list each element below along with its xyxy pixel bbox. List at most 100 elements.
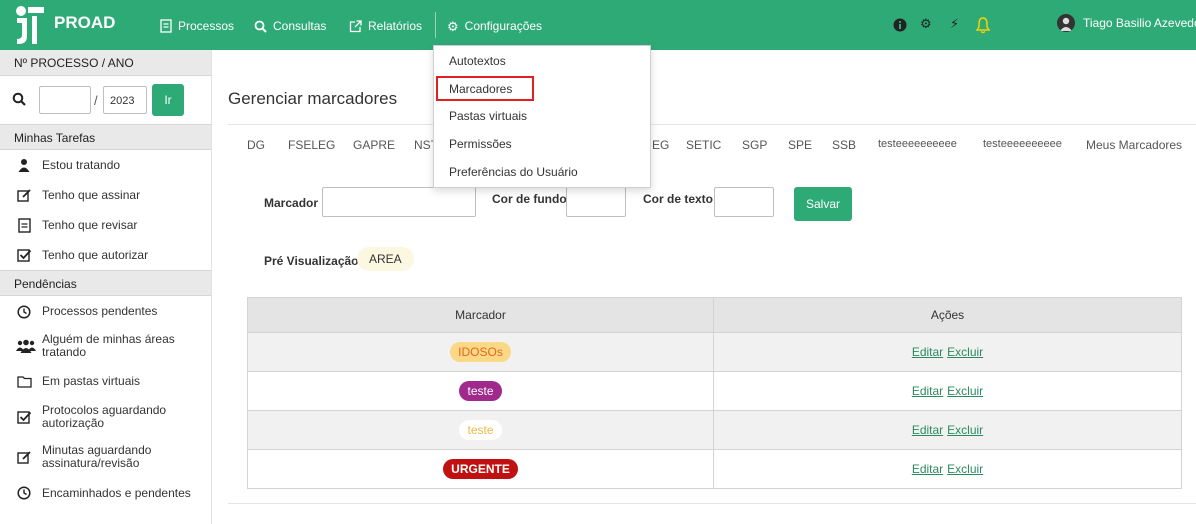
clock-icon bbox=[16, 485, 32, 501]
sidebar-item-estou-tratando[interactable]: Estou tratando bbox=[0, 150, 211, 180]
table-row: teste Editar Excluir bbox=[247, 410, 1182, 450]
sidebar-item-tenho-que-assinar[interactable]: Tenho que assinar bbox=[0, 180, 211, 210]
sidebar-item-tenho-que-revisar[interactable]: Tenho que revisar bbox=[0, 210, 211, 240]
markers-table: Marcador Ações IDOSOs Editar Excluir test… bbox=[247, 297, 1182, 489]
sidebar-item-label: Tenho que revisar bbox=[42, 217, 138, 232]
brand-title[interactable]: PROAD bbox=[54, 13, 115, 33]
settings-cogs-icon[interactable]: ⚙ bbox=[920, 16, 932, 34]
sidebar-item-label-line2: autorização bbox=[42, 416, 105, 430]
cor-fundo-label: Cor de fundo bbox=[492, 192, 567, 206]
marker-badge: URGENTE bbox=[443, 459, 518, 479]
edit-link[interactable]: Editar bbox=[912, 462, 943, 476]
search-icon bbox=[12, 92, 26, 106]
column-header-marcador: Marcador bbox=[247, 297, 714, 333]
tab-fseleg[interactable]: FSELEG bbox=[288, 138, 335, 152]
sidebar-item-label-line2: tratando bbox=[42, 345, 87, 359]
sidebar-item-label: Tenho que assinar bbox=[42, 187, 141, 202]
sidebar-item-processos-pendentes[interactable]: Processos pendentes bbox=[0, 296, 211, 327]
cor-texto-input[interactable] bbox=[714, 187, 774, 217]
delete-link[interactable]: Excluir bbox=[947, 345, 983, 359]
menu-item-preferencias-usuario[interactable]: Preferências do Usuário bbox=[434, 159, 650, 185]
user-icon bbox=[16, 157, 32, 173]
tab-teste-1[interactable]: testeeeeeeeeee bbox=[878, 138, 957, 150]
sidebar-item-label: Processos pendentes bbox=[42, 304, 158, 318]
save-button[interactable]: Salvar bbox=[794, 187, 852, 221]
marker-cell: teste bbox=[247, 371, 714, 411]
sidebar-item-minutas-aguardando[interactable]: Minutas aguardando assinatura/revisão bbox=[0, 437, 211, 477]
gear-icon: ⚙ bbox=[447, 18, 459, 34]
tab-ssb[interactable]: SSB bbox=[832, 138, 856, 152]
sidebar-item-protocolos-aguardando[interactable]: Protocolos aguardando autorização bbox=[0, 397, 211, 437]
process-year-input[interactable]: 2023 bbox=[103, 86, 147, 114]
bell-icon[interactable] bbox=[975, 16, 991, 34]
marcador-input[interactable] bbox=[322, 187, 476, 217]
user-icon bbox=[1060, 17, 1072, 31]
cor-texto-label: Cor de texto bbox=[643, 192, 714, 206]
tab-sgp[interactable]: SGP bbox=[742, 138, 767, 152]
table-row: URGENTE Editar Excluir bbox=[247, 449, 1182, 489]
nav-processos-label: Processos bbox=[178, 19, 235, 33]
edit-link[interactable]: Editar bbox=[912, 423, 943, 437]
sidebar-item-label-line2: assinatura/revisão bbox=[42, 456, 140, 470]
menu-item-permissoes[interactable]: Permissões bbox=[434, 131, 650, 157]
lightning-icon[interactable]: ⚡ bbox=[950, 16, 959, 34]
number-year-separator: / bbox=[94, 93, 98, 108]
avatar[interactable] bbox=[1057, 14, 1075, 32]
search-go-button[interactable]: Ir bbox=[152, 84, 184, 116]
page-title: Gerenciar marcadores bbox=[228, 89, 398, 108]
tab-dg[interactable]: DG bbox=[247, 138, 265, 152]
sidebar-item-label-line1: Alguém de minhas áreas bbox=[42, 332, 175, 346]
nav-configuracoes[interactable]: ⚙ Configurações bbox=[447, 17, 542, 35]
actions-cell: Editar Excluir bbox=[713, 449, 1182, 489]
cor-fundo-input[interactable] bbox=[566, 187, 626, 217]
sidebar-item-label: Protocolos aguardando autorização bbox=[42, 404, 166, 430]
nav-relatorios-label: Relatórios bbox=[368, 19, 423, 33]
marker-cell: URGENTE bbox=[247, 449, 714, 489]
nav-consultas[interactable]: Consultas bbox=[254, 17, 326, 35]
delete-link[interactable]: Excluir bbox=[947, 384, 983, 398]
sidebar-item-label: Encaminhados e pendentes bbox=[42, 485, 191, 500]
section-my-tasks: Minhas Tarefas bbox=[0, 124, 211, 150]
edit-link[interactable]: Editar bbox=[912, 345, 943, 359]
sidebar-item-label: Tenho que autorizar bbox=[42, 247, 149, 262]
table-row: teste Editar Excluir bbox=[247, 371, 1182, 411]
tab-eg[interactable]: EG bbox=[652, 138, 669, 152]
tab-teste-2[interactable]: testeeeeeeeeee bbox=[983, 138, 1062, 150]
sidebar-item-pastas-virtuais[interactable]: Em pastas virtuais bbox=[0, 365, 211, 397]
menu-item-pastas-virtuais[interactable]: Pastas virtuais bbox=[434, 103, 650, 129]
document-icon bbox=[16, 217, 32, 233]
delete-link[interactable]: Excluir bbox=[947, 423, 983, 437]
column-header-acoes: Ações bbox=[713, 297, 1182, 333]
user-name[interactable]: Tiago Basilio Azevedo bbox=[1083, 16, 1196, 30]
search-header: Nº PROCESSO / ANO bbox=[0, 50, 211, 76]
delete-link[interactable]: Excluir bbox=[947, 462, 983, 476]
info-icon[interactable] bbox=[893, 16, 907, 34]
menu-item-autotextos[interactable]: Autotextos bbox=[434, 48, 650, 74]
actions-cell: Editar Excluir bbox=[713, 410, 1182, 450]
section-pendencias: Pendências bbox=[0, 270, 211, 296]
clock-icon bbox=[16, 304, 32, 320]
nav-divider bbox=[435, 12, 436, 38]
preview-badge: AREA bbox=[357, 247, 414, 271]
nav-relatorios[interactable]: Relatórios bbox=[349, 17, 422, 35]
sidebar-item-encaminhados-pendentes[interactable]: Encaminhados e pendentes bbox=[0, 477, 211, 509]
tab-setic[interactable]: SETIC bbox=[686, 138, 721, 152]
marker-badge: teste bbox=[459, 381, 502, 401]
tab-gapre[interactable]: GAPRE bbox=[353, 138, 395, 152]
table-row: IDOSOs Editar Excluir bbox=[247, 332, 1182, 372]
search-icon bbox=[254, 20, 267, 33]
nav-processos[interactable]: Processos bbox=[160, 17, 234, 35]
edit-icon bbox=[16, 449, 32, 465]
top-navbar: PROAD Processos Consultas Relatórios ⚙ C… bbox=[0, 0, 1196, 50]
process-number-input[interactable] bbox=[39, 86, 91, 114]
nav-consultas-label: Consultas bbox=[273, 19, 327, 33]
checkbox-checked-icon bbox=[16, 247, 32, 263]
sidebar-item-tenho-que-autorizar[interactable]: Tenho que autorizar bbox=[0, 240, 211, 270]
tab-spe[interactable]: SPE bbox=[788, 138, 812, 152]
document-icon bbox=[160, 19, 172, 33]
sidebar-item-alguem-tratando[interactable]: Alguém de minhas áreas tratando bbox=[0, 327, 211, 365]
edit-link[interactable]: Editar bbox=[912, 384, 943, 398]
edit-icon bbox=[16, 187, 32, 203]
tab-meus-marcadores[interactable]: Meus Marcadores bbox=[1086, 138, 1182, 152]
users-group-icon bbox=[16, 338, 36, 354]
